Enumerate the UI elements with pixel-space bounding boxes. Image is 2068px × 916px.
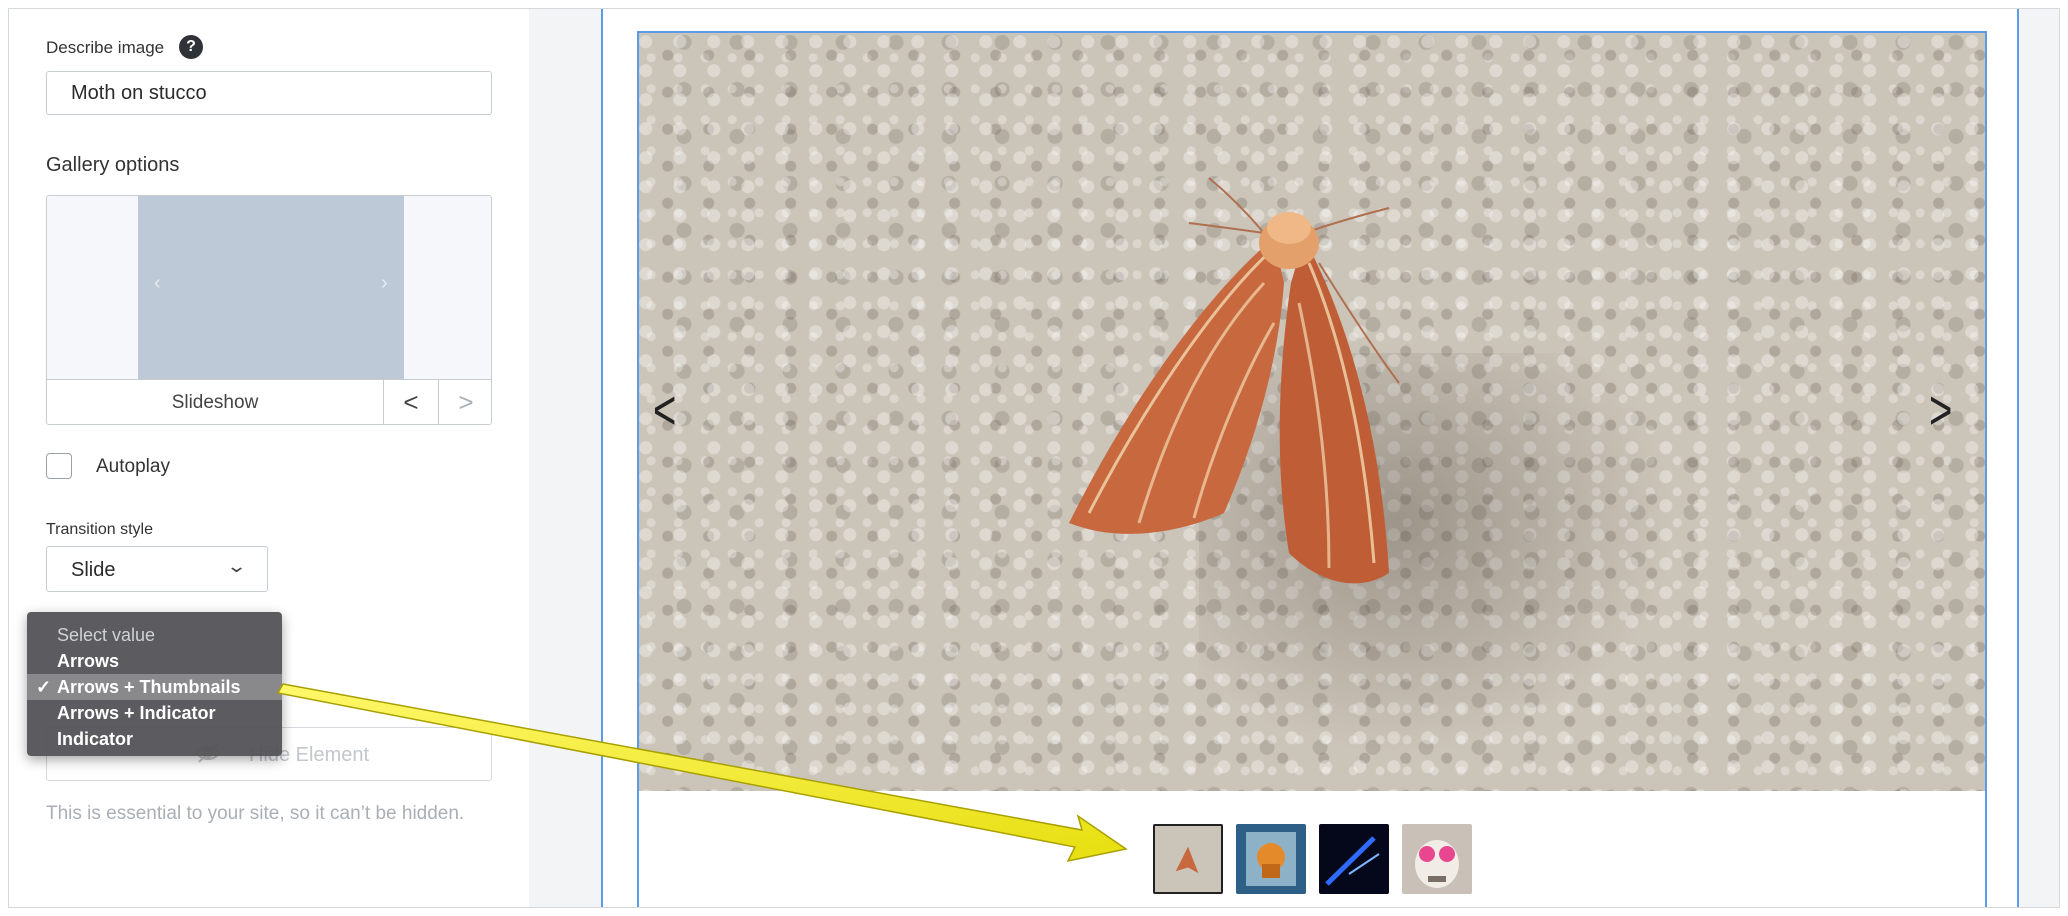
layout-next-button[interactable]: > xyxy=(439,380,491,424)
describe-image-input[interactable] xyxy=(46,71,492,115)
checkmark-icon: ✓ xyxy=(36,677,52,697)
autoplay-checkbox[interactable] xyxy=(46,453,72,479)
layout-name: Slideshow xyxy=(47,380,384,424)
dropdown-option-arrows[interactable]: Arrows xyxy=(27,648,282,674)
gallery-block[interactable]: < > xyxy=(637,31,1987,907)
settings-panel: Describe image ? Gallery options ‹ › Sli… xyxy=(9,9,529,907)
editor-canvas: < > xyxy=(601,9,2019,907)
gallery-prev-arrow[interactable]: < xyxy=(653,380,676,443)
slideshow-preview-stage: ‹ › xyxy=(47,196,491,379)
dropdown-option-select-value[interactable]: Select value xyxy=(27,622,282,648)
dropdown-option-arrows-indicator[interactable]: Arrows + Indicator xyxy=(27,700,282,726)
thumbnail-skull[interactable] xyxy=(1402,824,1472,894)
gallery-layout-preview[interactable]: ‹ › Slideshow < > xyxy=(46,195,492,425)
dropdown-option-label: Arrows + Thumbnails xyxy=(57,677,241,697)
transition-style-value: Slide xyxy=(71,559,116,581)
thumbnail-painting[interactable] xyxy=(1236,824,1306,894)
gallery-main-image[interactable]: < > xyxy=(639,33,1985,791)
thumbnail-neon[interactable] xyxy=(1319,824,1389,894)
layout-switcher: Slideshow < > xyxy=(47,379,491,424)
preview-chevron-left-icon: ‹ xyxy=(154,272,161,294)
help-icon[interactable]: ? xyxy=(179,35,203,59)
slideshow-preview-slide xyxy=(138,196,404,379)
gallery-next-arrow[interactable]: > xyxy=(1929,380,1952,443)
gallery-options-label: Gallery options xyxy=(46,154,180,176)
transition-style-label: Transition style xyxy=(46,521,153,538)
gallery-controls-dropdown: Select value Arrows ✓ Arrows + Thumbnail… xyxy=(27,612,282,756)
panel-gutter xyxy=(529,9,601,907)
chevron-down-icon: ⌄ xyxy=(225,556,248,576)
dropdown-option-arrows-thumbnails[interactable]: ✓ Arrows + Thumbnails xyxy=(27,674,282,700)
describe-image-label: Describe image xyxy=(46,38,165,57)
canvas-right-margin xyxy=(2019,9,2059,907)
layout-prev-button[interactable]: < xyxy=(384,380,439,424)
transition-style-select[interactable]: Slide ⌄ xyxy=(46,546,268,592)
autoplay-label: Autoplay xyxy=(96,456,170,477)
moth-image xyxy=(1069,177,1400,584)
dropdown-option-indicator[interactable]: Indicator xyxy=(27,726,282,752)
chevron-right-icon: > xyxy=(458,387,474,417)
hide-element-help-text: This is essential to your site, so it ca… xyxy=(46,803,465,824)
preview-chevron-right-icon: › xyxy=(381,272,388,294)
chevron-left-icon: < xyxy=(403,387,419,417)
app-window: Describe image ? Gallery options ‹ › Sli… xyxy=(8,8,2060,908)
thumbnail-moth[interactable] xyxy=(1153,824,1223,894)
